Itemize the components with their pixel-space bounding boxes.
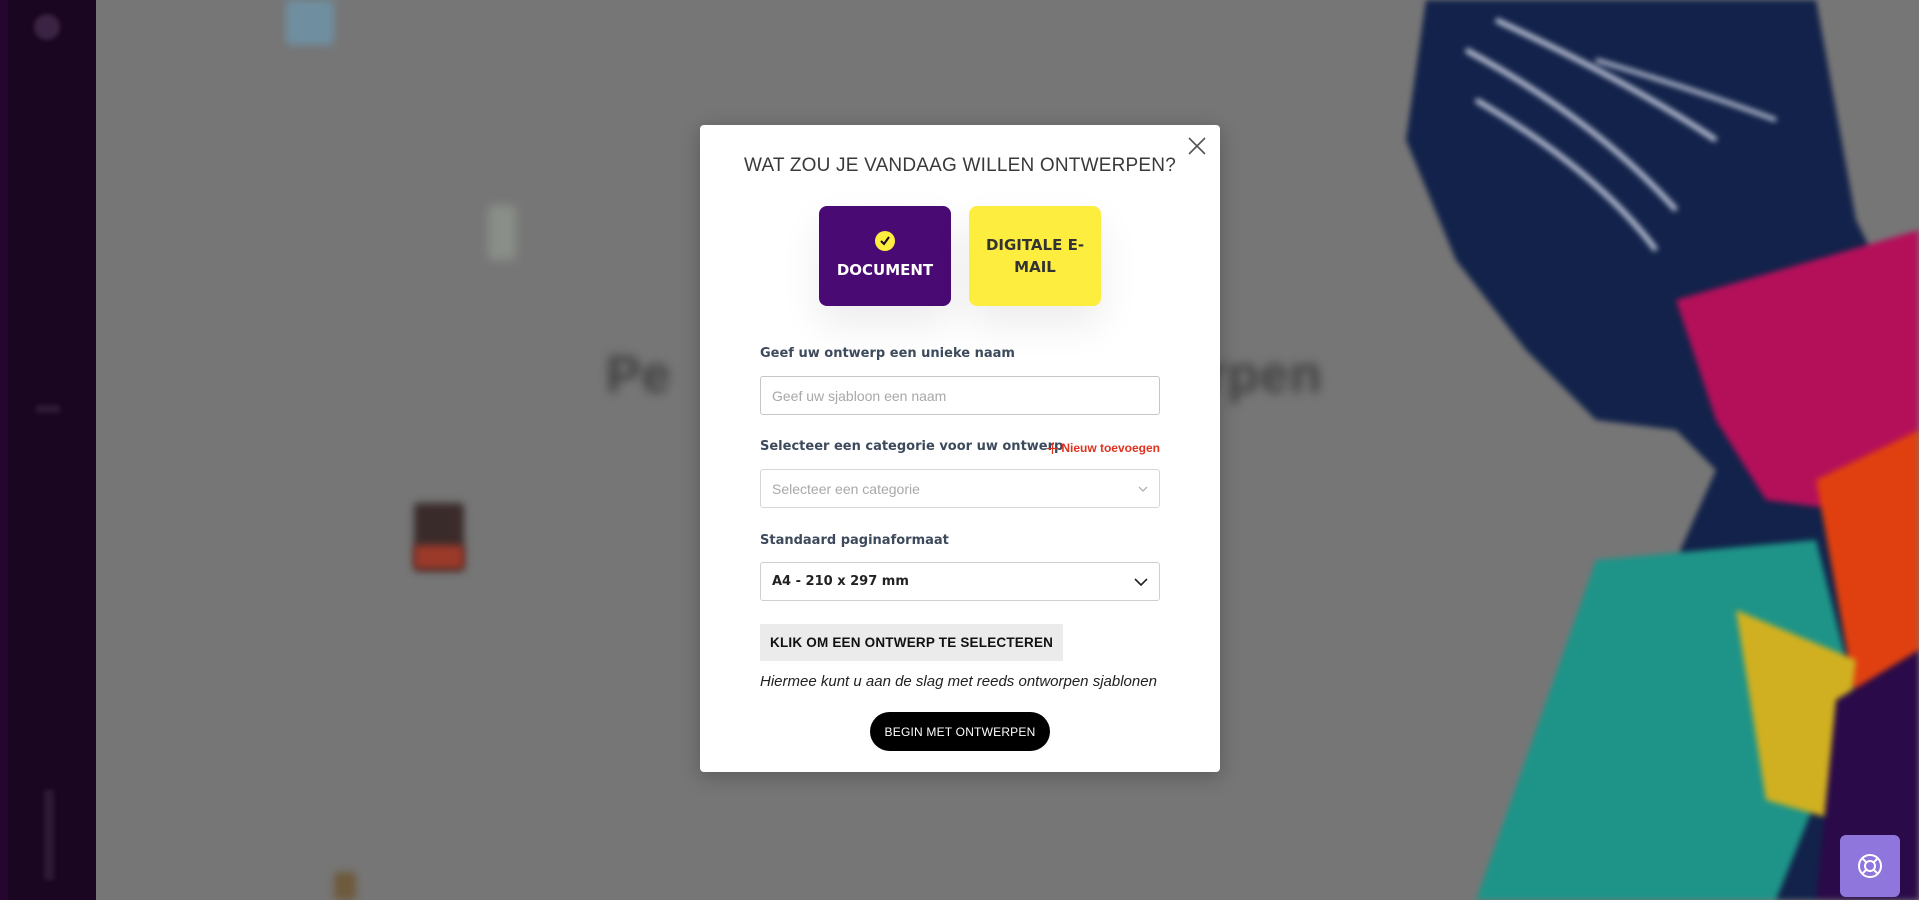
background-thumbnail [334,872,356,900]
type-option-label: DIGITALE E-MAIL [985,236,1085,276]
background-thumbnail [414,545,464,569]
app-logo-icon [34,14,60,40]
type-option-label: DOCUMENT [836,261,934,279]
modal-title: WAT ZOU JE VANDAAG WILLEN ONTWERPEN? [744,155,1176,176]
sidebar-strip [0,0,8,900]
chevron-down-icon [1138,486,1148,492]
sidebar-item [44,790,54,880]
add-category-label: Nieuw toevoegen [1061,441,1160,455]
page-format-value: A4 - 210 x 297 mm [772,574,909,589]
check-icon [875,231,895,251]
design-name-input[interactable] [760,376,1160,415]
help-button[interactable] [1840,835,1900,897]
close-button[interactable] [1186,135,1208,157]
category-select-placeholder: Selecteer een categorie [772,480,920,497]
background-thumbnail [488,205,516,260]
format-field-label: Standaard paginaformaat [760,533,949,548]
lifebuoy-icon [1858,854,1882,878]
type-option-digital-email[interactable]: DIGITALE E-MAIL [969,206,1101,306]
plus-icon [1047,442,1059,454]
background-thumbnail [286,0,334,45]
start-designing-button[interactable]: BEGIN MET ONTWERPEN [870,712,1050,751]
sidebar [0,0,96,900]
category-select[interactable]: Selecteer een categorie [760,469,1160,508]
name-field-label: Geef uw ontwerp een unieke naam [760,346,1015,361]
background-heading: Pe [606,346,672,404]
create-design-modal: WAT ZOU JE VANDAAG WILLEN ONTWERPEN? DOC… [700,125,1220,772]
background-artwork [1296,0,1919,900]
template-hint: Hiermee kunt u aan de slag met reeds ont… [760,673,1157,690]
select-design-button[interactable]: KLIK OM EEN ONTWERP TE SELECTEREN [760,624,1064,661]
close-icon [1188,137,1206,155]
category-field-label: Selecteer een categorie voor uw ontwerp [760,439,1064,454]
add-category-link[interactable]: Nieuw toevoegen [1047,441,1160,455]
chevron-down-icon [1134,577,1148,586]
type-option-document[interactable]: DOCUMENT [819,206,951,306]
sidebar-item [36,405,60,413]
background-heading: rpen [1206,346,1323,404]
page-format-select[interactable]: A4 - 210 x 297 mm [760,562,1160,601]
